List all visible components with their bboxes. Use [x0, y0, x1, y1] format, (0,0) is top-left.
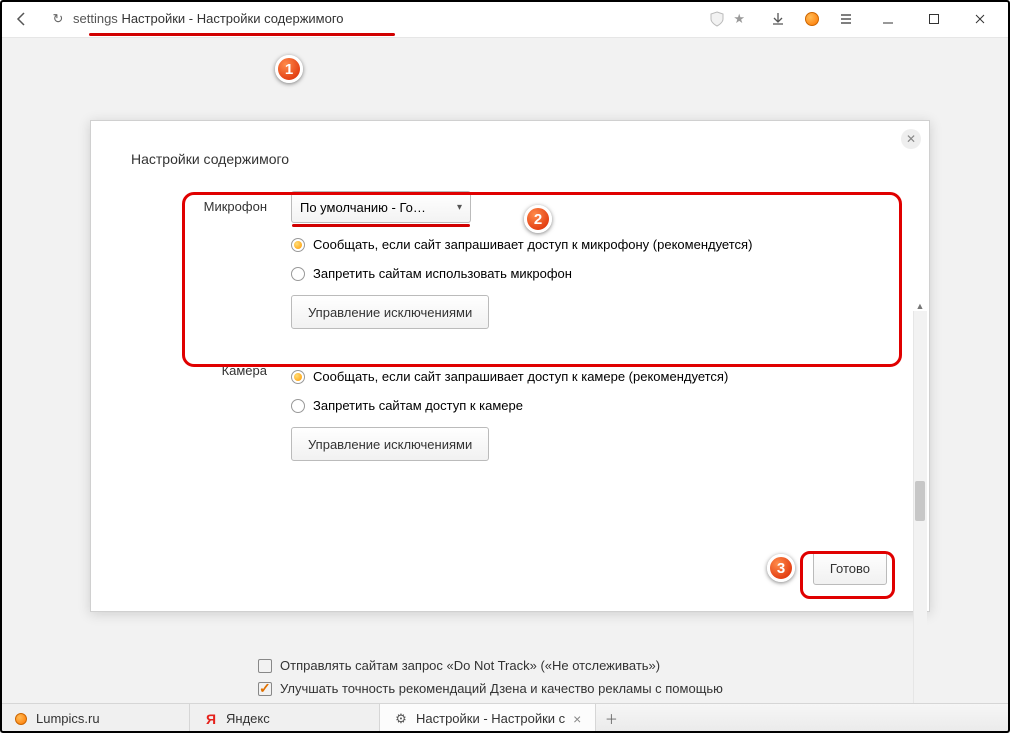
mic-ask-option[interactable]: Сообщать, если сайт запрашивает доступ к… [291, 237, 889, 252]
tab-settings[interactable]: ⚙ Настройки - Настройки с × [380, 704, 596, 733]
mic-exceptions-button[interactable]: Управление исключениями [291, 295, 489, 329]
done-label: Готово [830, 561, 870, 576]
menu-icon[interactable] [832, 5, 860, 33]
arrow-left-icon [14, 11, 30, 27]
tab-label: Яндекс [226, 711, 270, 726]
tab-label: Настройки - Настройки с [416, 711, 565, 726]
microphone-device-value: По умолчанию - Го… [300, 200, 426, 215]
scroll-thumb[interactable] [915, 481, 925, 521]
cam-exceptions-button[interactable]: Управление исключениями [291, 427, 489, 461]
camera-controls: Сообщать, если сайт запрашивает доступ к… [291, 355, 889, 461]
new-tab-button[interactable]: ＋ [596, 704, 626, 733]
microphone-controls: По умолчанию - Го… ▾ Сообщать, если сайт… [291, 191, 889, 329]
mic-block-option[interactable]: Запретить сайтам использовать микрофон [291, 266, 889, 281]
checkbox-unchecked-icon[interactable] [258, 659, 272, 673]
mic-exceptions-label: Управление исключениями [308, 305, 472, 320]
address-prefix: settings [73, 11, 118, 26]
zen-row[interactable]: Улучшать точность рекомендаций Дзена и к… [258, 681, 723, 696]
browser-tabbar: Lumpics.ru Я Яндекс ⚙ Настройки - Настро… [0, 703, 1010, 733]
toolbar-right [764, 5, 860, 33]
dialog-body: Настройки содержимого Микрофон По умолча… [91, 121, 929, 611]
address-bar[interactable]: ↻ settings Настройки - Настройки содержи… [42, 4, 752, 34]
close-window-button[interactable] [958, 4, 1002, 34]
radio-unchecked-icon[interactable] [291, 267, 305, 281]
microphone-device-select[interactable]: По умолчанию - Го… ▾ [291, 191, 471, 223]
annotation-underline [292, 224, 470, 227]
checkbox-checked-icon[interactable] [258, 682, 272, 696]
downloads-icon[interactable] [764, 5, 792, 33]
done-button-wrap: Готово [813, 551, 887, 585]
cam-block-option[interactable]: Запретить сайтам доступ к камере [291, 398, 889, 413]
favicon-icon [14, 712, 28, 726]
background-privacy-options: Отправлять сайтам запрос «Do Not Track» … [258, 658, 723, 704]
cam-block-label: Запретить сайтам доступ к камере [313, 398, 523, 413]
radio-unchecked-icon[interactable] [291, 399, 305, 413]
minimize-button[interactable] [866, 4, 910, 34]
annotation-underline [89, 33, 395, 36]
microphone-section: Микрофон По умолчанию - Го… ▾ Сообщать, … [131, 191, 889, 329]
cam-ask-option[interactable]: Сообщать, если сайт запрашивает доступ к… [291, 369, 889, 384]
microphone-section-label: Микрофон [131, 191, 291, 329]
camera-section-label: Камера [131, 355, 291, 461]
yandex-y-icon: Я [204, 712, 218, 726]
dnt-label: Отправлять сайтам запрос «Do Not Track» … [280, 658, 660, 673]
dnt-row[interactable]: Отправлять сайтам запрос «Do Not Track» … [258, 658, 723, 673]
radio-checked-icon[interactable] [291, 370, 305, 384]
zen-label: Улучшать точность рекомендаций Дзена и к… [280, 681, 723, 696]
address-title: Настройки - Настройки содержимого [121, 11, 343, 26]
address-text: settings Настройки - Настройки содержимо… [73, 11, 344, 26]
reload-icon[interactable]: ↻ [49, 11, 67, 27]
dialog-title: Настройки содержимого [131, 151, 889, 167]
browser-toolbar: ↻ settings Настройки - Настройки содержи… [0, 0, 1010, 38]
extension-icon[interactable] [798, 5, 826, 33]
gear-icon: ⚙ [394, 712, 408, 726]
cam-exceptions-label: Управление исключениями [308, 437, 472, 452]
maximize-button[interactable] [912, 4, 956, 34]
plus-icon: ＋ [605, 709, 618, 728]
tab-label: Lumpics.ru [36, 711, 100, 726]
tab-close-icon[interactable]: × [573, 711, 581, 727]
mic-ask-label: Сообщать, если сайт запрашивает доступ к… [313, 237, 752, 252]
mic-block-label: Запретить сайтам использовать микрофон [313, 266, 572, 281]
tab-lumpics[interactable]: Lumpics.ru [0, 704, 190, 733]
shield-icon[interactable] [709, 11, 725, 27]
chevron-down-icon: ▾ [457, 202, 462, 213]
tab-yandex[interactable]: Я Яндекс [190, 704, 380, 733]
address-right-icons: ★ [709, 11, 745, 27]
annotation-badge-3: 3 [767, 554, 795, 582]
back-button[interactable] [8, 5, 36, 33]
window-controls [866, 4, 1002, 34]
annotation-badge-1: 1 [275, 55, 303, 83]
camera-section: Камера Сообщать, если сайт запрашивает д… [131, 355, 889, 461]
annotation-badge-2: 2 [524, 205, 552, 233]
radio-checked-icon[interactable] [291, 238, 305, 252]
content-settings-dialog: ✕ Настройки содержимого Микрофон По умол… [90, 120, 930, 612]
bookmark-star-icon[interactable]: ★ [733, 11, 745, 27]
done-button[interactable]: Готово [813, 551, 887, 585]
dialog-scrollbar[interactable]: ▲ ▼ [913, 311, 927, 711]
cam-ask-label: Сообщать, если сайт запрашивает доступ к… [313, 369, 728, 384]
